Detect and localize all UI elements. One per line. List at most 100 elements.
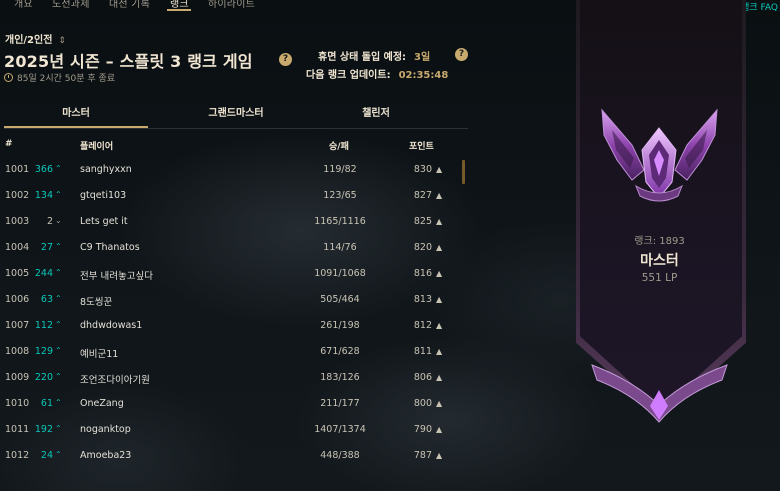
ranked-faq-link[interactable]: 랭크 FAQ bbox=[741, 0, 778, 13]
row-win-loss: 211/177 bbox=[320, 398, 360, 409]
triangle-up-icon: ▲ bbox=[436, 425, 443, 434]
chevron-up-icon: ⌃ bbox=[55, 346, 62, 355]
row-win-loss: 119/82 bbox=[323, 164, 357, 175]
tier-name: 마스터 bbox=[640, 253, 679, 269]
row-points: 800 bbox=[413, 398, 432, 409]
decay-help-icon[interactable]: ? bbox=[455, 48, 468, 61]
profile-nav: 개요 도전과제 대전 기록 랭크 하이라이트 bbox=[0, 0, 560, 12]
update-countdown: 02:35:48 bbox=[398, 70, 449, 81]
chevron-up-icon: ⌃ bbox=[55, 294, 62, 303]
row-rank-change: 244 bbox=[34, 268, 53, 279]
tab-master[interactable]: 마스터 bbox=[4, 104, 148, 128]
ladder-table-header: # 플레이어 승/패 포인트 bbox=[4, 139, 464, 153]
tab-grandmaster[interactable]: 그랜드마스터 bbox=[164, 104, 308, 126]
row-points: 827 bbox=[413, 190, 432, 201]
chevron-up-icon: ⌃ bbox=[55, 242, 62, 251]
ladder-row[interactable]: 1010 61 ⌃ OneZang 211/177 800 ▲ bbox=[4, 392, 464, 417]
league-points: 551 LP bbox=[641, 272, 678, 284]
header-points: 포인트 bbox=[409, 142, 434, 152]
header-rank: # bbox=[5, 139, 13, 149]
chevron-up-icon: ⌃ bbox=[55, 398, 62, 407]
season-end-text: 85일 2시간 50분 후 종료 bbox=[17, 74, 116, 84]
row-player-name[interactable]: OneZang bbox=[80, 398, 124, 409]
queue-dropdown[interactable]: 개인/2인전 ⇕ bbox=[5, 31, 66, 46]
row-player-name[interactable]: 전부 내려놓고싶다 bbox=[80, 268, 153, 282]
row-win-loss: 505/464 bbox=[320, 294, 360, 305]
row-win-loss: 261/198 bbox=[320, 320, 360, 331]
season-help-icon[interactable]: ? bbox=[279, 53, 292, 66]
queue-label: 개인/2인전 bbox=[5, 35, 53, 46]
row-rank: 1012 bbox=[5, 450, 30, 461]
triangle-up-icon: ▲ bbox=[436, 321, 443, 330]
header-player: 플레이어 bbox=[80, 142, 114, 152]
chevron-up-icon: ⌃ bbox=[55, 450, 62, 459]
ladder-row[interactable]: 1002 134 ⌃ gtqeti103 123/65 827 ▲ bbox=[4, 184, 464, 209]
row-rank: 1007 bbox=[5, 320, 30, 331]
row-rank-change: 112 bbox=[34, 320, 53, 331]
triangle-up-icon: ▲ bbox=[436, 217, 443, 226]
decay-value: 3일 bbox=[414, 52, 431, 63]
ladder-scrollbar-thumb[interactable] bbox=[462, 160, 465, 184]
banner-bottom-crest-icon bbox=[591, 364, 728, 423]
row-player-name[interactable]: Lets get it bbox=[80, 216, 128, 227]
ladder-row[interactable]: 1005 244 ⌃ 전부 내려놓고싶다 1091/1068 816 ▲ bbox=[4, 262, 464, 287]
ladder-row[interactable]: 1009 220 ⌃ 조언조다이아기원 183/126 806 ▲ bbox=[4, 366, 464, 391]
clock-icon bbox=[4, 73, 13, 82]
triangle-up-icon: ▲ bbox=[436, 243, 443, 252]
row-player-name[interactable]: 조언조다이아기원 bbox=[80, 372, 150, 386]
row-player-name[interactable]: sanghyxxn bbox=[80, 164, 132, 175]
ladder-row[interactable]: 1006 63 ⌃ 8도씽꾼 505/464 813 ▲ bbox=[4, 288, 464, 313]
nav-tab-match-history[interactable]: 대전 기록 bbox=[109, 0, 150, 10]
chevron-up-icon: ⌃ bbox=[55, 268, 62, 277]
nav-tab-overview[interactable]: 개요 bbox=[14, 0, 33, 10]
row-player-name[interactable]: Amoeba23 bbox=[80, 450, 131, 461]
row-rank-change: 220 bbox=[34, 372, 53, 383]
row-player-name[interactable]: noganktop bbox=[80, 424, 131, 435]
row-points: 830 bbox=[413, 164, 432, 175]
ladder-row[interactable]: 1004 27 ⌃ C9 Thanatos 114/76 820 ▲ bbox=[4, 236, 464, 261]
row-win-loss: 1407/1374 bbox=[314, 424, 366, 435]
header-win-loss: 승/패 bbox=[329, 142, 349, 152]
ladder-row[interactable]: 1007 112 ⌃ dhdwdowas1 261/198 812 ▲ bbox=[4, 314, 464, 339]
ladder-row[interactable]: 1012 24 ⌃ Amoeba23 448/388 787 ▲ bbox=[4, 444, 464, 469]
ladder-row[interactable]: 1008 129 ⌃ 예비군11 671/628 811 ▲ bbox=[4, 340, 464, 365]
row-player-name[interactable]: dhdwdowas1 bbox=[80, 320, 142, 331]
decay-status: 휴면 상태 돌입 예정: 3일 bbox=[318, 48, 430, 63]
row-player-name[interactable]: 8도씽꾼 bbox=[80, 294, 112, 308]
triangle-up-icon: ▲ bbox=[436, 451, 443, 460]
chevron-up-icon: ⌃ bbox=[55, 424, 62, 433]
triangle-up-icon: ▲ bbox=[436, 191, 443, 200]
row-player-name[interactable]: gtqeti103 bbox=[80, 190, 126, 201]
nav-tab-challenges[interactable]: 도전과제 bbox=[52, 0, 90, 10]
next-rank-update: 다음 랭크 업데이트: 02:35:48 bbox=[306, 66, 448, 81]
row-rank: 1011 bbox=[5, 424, 30, 435]
row-player-name[interactable]: C9 Thanatos bbox=[80, 242, 140, 253]
row-win-loss: 1091/1068 bbox=[314, 268, 366, 279]
nav-tab-highlights[interactable]: 하이라이트 bbox=[208, 0, 255, 10]
ladder-row[interactable]: 1003 2 ⌄ Lets get it 1165/1116 825 ▲ bbox=[4, 210, 464, 235]
row-rank: 1005 bbox=[5, 268, 30, 279]
tab-challenger[interactable]: 챌린저 bbox=[304, 104, 448, 126]
season-end-countdown: 85일 2시간 50분 후 종료 bbox=[4, 71, 115, 84]
triangle-up-icon: ▲ bbox=[436, 347, 443, 356]
row-rank: 1002 bbox=[5, 190, 30, 201]
row-rank-change: 63 bbox=[40, 294, 53, 305]
row-rank-change: 61 bbox=[40, 398, 53, 409]
master-emblem-icon bbox=[601, 108, 718, 202]
row-win-loss: 123/65 bbox=[323, 190, 357, 201]
row-points: 820 bbox=[413, 242, 432, 253]
ladder-row[interactable]: 1001 366 ⌃ sanghyxxn 119/82 830 ▲ bbox=[4, 158, 464, 183]
triangle-up-icon: ▲ bbox=[436, 269, 443, 278]
row-player-name[interactable]: 예비군11 bbox=[80, 346, 118, 360]
sort-chevrons-icon: ⇕ bbox=[58, 36, 66, 46]
row-points: 813 bbox=[413, 294, 432, 305]
row-rank-change: 24 bbox=[40, 450, 53, 461]
season-title: 2025년 시즌 – 스플릿 3 랭크 게임 bbox=[4, 52, 253, 71]
row-rank-change: 192 bbox=[34, 424, 53, 435]
nav-active-underline bbox=[167, 9, 191, 11]
row-rank: 1009 bbox=[5, 372, 30, 383]
row-rank: 1010 bbox=[5, 398, 30, 409]
row-win-loss: 671/628 bbox=[320, 346, 360, 357]
triangle-up-icon: ▲ bbox=[436, 399, 443, 408]
ladder-row[interactable]: 1011 192 ⌃ noganktop 1407/1374 790 ▲ bbox=[4, 418, 464, 443]
